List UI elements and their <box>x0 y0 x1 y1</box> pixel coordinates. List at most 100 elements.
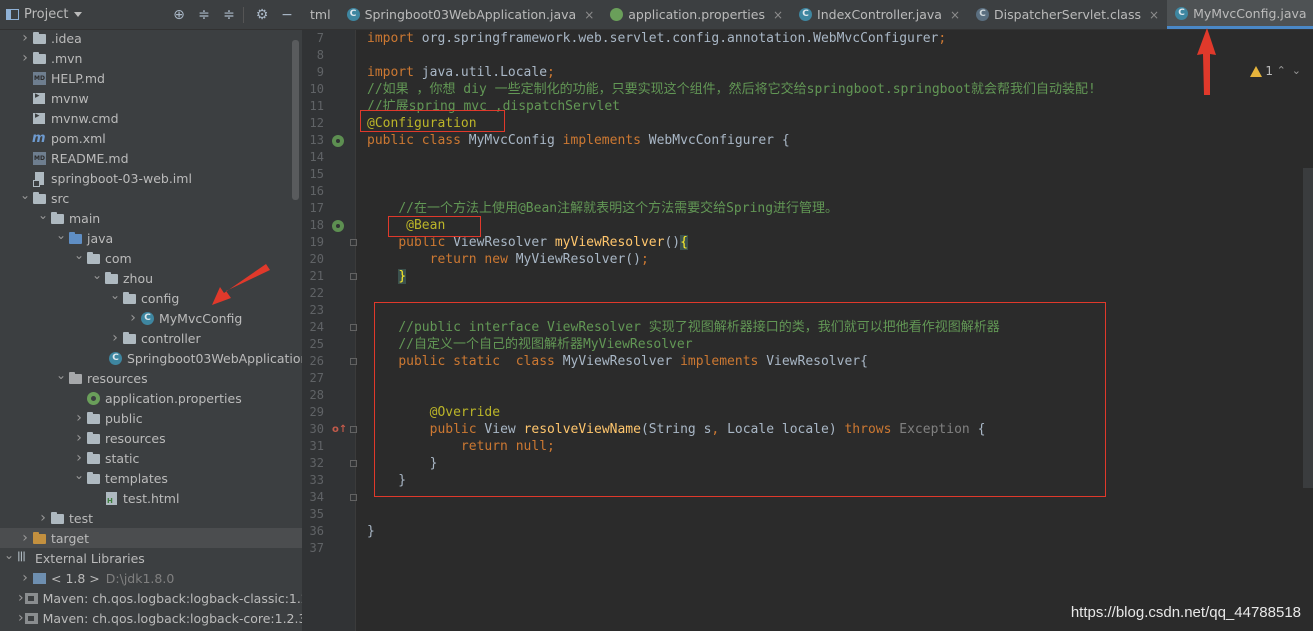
tree-item[interactable]: ⌄ templates <box>0 468 302 488</box>
chevron-right-icon[interactable]: › <box>126 310 140 326</box>
tree-item[interactable]: springboot-03-web.iml <box>0 168 302 188</box>
editor-tab[interactable]: DispatcherServlet.class × <box>968 0 1167 29</box>
collapse-all-icon[interactable]: ≑ <box>220 6 238 24</box>
chevron-up-icon[interactable]: ⌃ <box>1277 64 1292 77</box>
close-icon[interactable]: × <box>950 8 960 22</box>
tree-item[interactable]: Springboot03WebApplication <box>0 348 302 368</box>
fold-icon[interactable] <box>350 273 357 280</box>
tree-item[interactable]: ⌄ main <box>0 208 302 228</box>
chevron-right-icon[interactable]: › <box>18 50 32 66</box>
tree-item-label: application.properties <box>105 390 242 406</box>
md-icon <box>32 151 47 165</box>
fold-icon[interactable] <box>350 324 357 331</box>
chevron-down-icon[interactable]: ⌄ <box>54 228 68 242</box>
tree-item[interactable]: mvnw <box>0 88 302 108</box>
chevron-down-icon[interactable]: ⌄ <box>1292 64 1307 77</box>
chevron-down-icon[interactable]: ⌄ <box>18 188 32 202</box>
locate-icon[interactable]: ⊕ <box>170 6 188 24</box>
close-icon[interactable]: × <box>773 8 783 22</box>
tree-item[interactable]: › Maven: ch.qos.logback:logback-core:1.2.… <box>0 608 302 628</box>
chevron-right-icon[interactable]: › <box>72 430 86 446</box>
tree-item[interactable]: › resources <box>0 428 302 448</box>
project-title[interactable]: Project <box>24 7 68 22</box>
tree-item[interactable]: › < 1.8 > D:\jdk1.8.0 <box>0 568 302 588</box>
chevron-down-icon[interactable]: ⌄ <box>2 548 16 562</box>
tree-item[interactable]: README.md <box>0 148 302 168</box>
warning-icon <box>1250 65 1263 77</box>
tree-item[interactable]: ⌄ config <box>0 288 302 308</box>
tree-item-label: springboot-03-web.iml <box>51 170 192 186</box>
lib-icon <box>24 592 39 605</box>
chevron-down-icon[interactable]: ⌄ <box>54 368 68 382</box>
chevron-right-icon[interactable]: › <box>72 450 86 466</box>
tree-item[interactable]: ⌄ java <box>0 228 302 248</box>
editor-scrollbar[interactable] <box>1303 168 1313 488</box>
chevron-down-icon[interactable]: ⌄ <box>36 208 50 222</box>
tree-item[interactable]: ⌄ zhou <box>0 268 302 288</box>
tree-item-label: main <box>69 210 101 226</box>
inspection-indicator[interactable]: 1 <box>1250 64 1273 78</box>
editor-tab[interactable]: IndexController.java × <box>791 0 968 29</box>
editor-tab[interactable]: Springboot03WebApplication.java × <box>339 0 603 29</box>
tab-label: tml <box>310 7 331 22</box>
tree-item[interactable]: ⌄ resources <box>0 368 302 388</box>
override-icon[interactable]: o↑ <box>332 424 347 436</box>
tree-item[interactable]: › MyMvcConfig <box>0 308 302 328</box>
tree-item[interactable]: › controller <box>0 328 302 348</box>
tree-item[interactable]: › target <box>0 528 302 548</box>
editor-tab[interactable]: MyMvcConfig.java× <box>1167 0 1313 29</box>
editor-tab[interactable]: tml <box>302 0 339 29</box>
code-token: import <box>367 65 422 80</box>
tree-item[interactable]: › static <box>0 448 302 468</box>
close-icon[interactable]: × <box>1149 8 1159 22</box>
code-line: //如果 ，你想 diy 一些定制化的功能，只要实现这个组件，然后将它交给spr… <box>367 81 1096 98</box>
chevron-right-icon[interactable]: › <box>72 410 86 426</box>
tree-item[interactable]: › test <box>0 508 302 528</box>
hide-panel-icon[interactable]: − <box>278 6 296 24</box>
tree-item[interactable]: application.properties <box>0 388 302 408</box>
tree-item[interactable]: test.html <box>0 488 302 508</box>
chevron-right-icon[interactable]: › <box>18 570 32 586</box>
tree-item[interactable]: HELP.md <box>0 68 302 88</box>
project-window-icon <box>6 9 19 20</box>
gear-icon[interactable]: ⚙ <box>253 6 271 24</box>
code-token: MyViewResolver() <box>515 252 641 267</box>
tree-item[interactable]: › Maven: ch.qos.logback:logback-classic:1… <box>0 588 302 608</box>
tree-item[interactable]: m pom.xml <box>0 128 302 148</box>
tree-scrollbar[interactable] <box>292 40 299 200</box>
chevron-right-icon[interactable]: › <box>18 530 32 546</box>
fold-icon[interactable] <box>350 494 357 501</box>
expand-all-icon[interactable]: ≑ <box>195 6 213 24</box>
editor-tab[interactable]: application.properties × <box>602 0 791 29</box>
tree-item[interactable]: mvnw.cmd <box>0 108 302 128</box>
code-editor[interactable]: import org.springframework.web.servlet.c… <box>357 30 1313 631</box>
tree-item-label: External Libraries <box>35 550 145 566</box>
tree-item[interactable]: ⌄ com <box>0 248 302 268</box>
chevron-right-icon[interactable]: › <box>36 510 50 526</box>
tree-item-label: pom.xml <box>51 130 106 146</box>
tree-item-label: test <box>69 510 94 526</box>
close-icon[interactable]: × <box>584 8 594 22</box>
fold-icon[interactable] <box>350 358 357 365</box>
chevron-down-icon[interactable]: ⌄ <box>108 288 122 302</box>
fold-icon[interactable] <box>350 460 357 467</box>
tree-item[interactable]: › .mvn <box>0 48 302 68</box>
tree-item[interactable]: › .idea <box>0 28 302 48</box>
inspection-nav[interactable]: ⌃⌄ <box>1277 64 1307 77</box>
tree-item[interactable]: › public <box>0 408 302 428</box>
chevron-right-icon[interactable]: › <box>108 330 122 346</box>
fold-icon[interactable] <box>350 426 357 433</box>
spring-bean-icon[interactable] <box>332 220 344 232</box>
chevron-down-icon[interactable]: ⌄ <box>72 468 86 482</box>
line-number: 27 <box>309 371 324 385</box>
tree-item-label: test.html <box>123 490 180 506</box>
tree-item[interactable]: ⌄ External Libraries <box>0 548 302 568</box>
tree-item[interactable]: ⌄ src <box>0 188 302 208</box>
chevron-down-icon[interactable]: ⌄ <box>90 268 104 282</box>
chevron-down-icon[interactable] <box>74 12 83 17</box>
chevron-down-icon[interactable]: ⌄ <box>72 248 86 262</box>
spring-bean-icon[interactable] <box>332 135 344 147</box>
chevron-right-icon[interactable]: › <box>18 30 32 46</box>
tab-label: application.properties <box>628 7 765 22</box>
fold-icon[interactable] <box>350 239 357 246</box>
